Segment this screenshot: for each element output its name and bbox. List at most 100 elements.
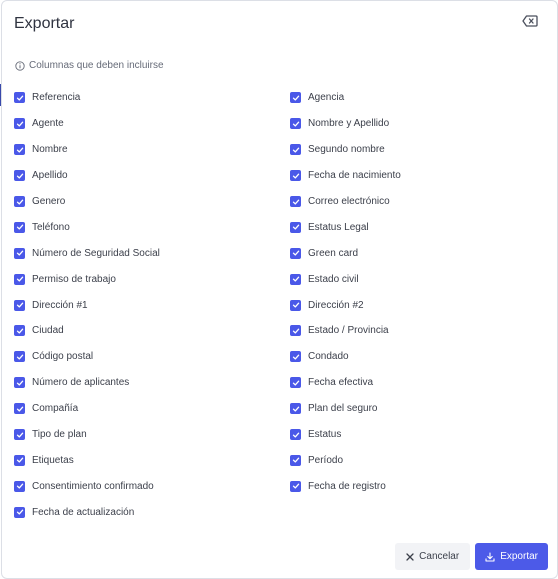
column-option[interactable]: Plan del seguro — [290, 396, 530, 422]
column-option-label: Green card — [308, 247, 359, 259]
column-option[interactable]: Teléfono — [14, 214, 274, 240]
column-option-label: Dirección #2 — [308, 299, 364, 311]
column-option[interactable]: Agente — [14, 111, 274, 137]
column-option-label: Nombre y Apellido — [308, 118, 390, 130]
column-option[interactable]: Ciudad — [14, 318, 274, 344]
column-option[interactable]: Fecha efectiva — [290, 370, 530, 396]
column-option[interactable]: Estado civil — [290, 266, 530, 292]
column-option[interactable]: Apellido — [14, 163, 274, 189]
column-option-label: Apellido — [32, 170, 68, 182]
checkbox-checked-icon[interactable] — [14, 480, 25, 492]
export-button[interactable]: Exportar — [475, 543, 548, 570]
checkbox-checked-icon[interactable] — [290, 247, 301, 259]
cancel-button[interactable]: Cancelar — [395, 543, 471, 570]
column-option-label: Número de Seguridad Social — [32, 247, 160, 259]
column-option[interactable]: Correo electrónico — [290, 189, 530, 215]
column-option-label: Ciudad — [32, 325, 64, 337]
column-option[interactable]: Estatus Legal — [290, 214, 530, 240]
columns-left-list: Referencia Agente Nombre Apellido Genero Telé… — [14, 85, 274, 525]
columns-section-label: Columnas que deben incluirse — [15, 60, 164, 71]
column-option-label: Compañía — [32, 403, 79, 415]
checkbox-checked-icon[interactable] — [290, 118, 301, 130]
checkbox-checked-icon[interactable] — [290, 454, 301, 466]
column-option-label: Agente — [32, 118, 64, 130]
column-option[interactable]: Green card — [290, 240, 530, 266]
checkbox-checked-icon[interactable] — [14, 299, 25, 311]
checkbox-checked-icon[interactable] — [290, 144, 301, 156]
column-option[interactable]: Código postal — [14, 344, 274, 370]
columns-right-list: Agencia Nombre y Apellido Segundo nombre Fe… — [290, 85, 530, 499]
checkbox-checked-icon[interactable] — [290, 92, 301, 104]
checkbox-checked-icon[interactable] — [290, 325, 301, 337]
column-option[interactable]: Fecha de actualización — [14, 499, 274, 525]
checkbox-checked-icon[interactable] — [14, 118, 25, 130]
column-option[interactable]: Dirección #2 — [290, 292, 530, 318]
column-option-label: Condado — [308, 351, 349, 363]
column-option-label: Agencia — [308, 92, 345, 104]
column-option-label: Estatus — [308, 429, 342, 441]
column-option[interactable]: Tipo de plan — [14, 422, 274, 448]
export-dialog: Exportar Columnas que deben incluirse Re… — [1, 0, 558, 579]
checkbox-checked-icon[interactable] — [14, 247, 25, 259]
section-label-text: Columnas que deben incluirse — [29, 60, 164, 71]
checkbox-checked-icon[interactable] — [290, 221, 301, 233]
checkbox-checked-icon[interactable] — [14, 170, 25, 182]
column-option[interactable]: Condado — [290, 344, 530, 370]
checkbox-checked-icon[interactable] — [14, 221, 25, 233]
column-option[interactable]: Fecha de registro — [290, 473, 530, 499]
checkbox-checked-icon[interactable] — [14, 144, 25, 156]
checkbox-checked-icon[interactable] — [290, 403, 301, 415]
cancel-label: Cancelar — [419, 551, 460, 562]
column-option[interactable]: Genero — [14, 189, 274, 215]
column-option[interactable]: Fecha de nacimiento — [290, 163, 530, 189]
column-option[interactable]: Segundo nombre — [290, 137, 530, 163]
checkbox-checked-icon[interactable] — [14, 273, 25, 285]
column-option[interactable]: Nombre — [14, 137, 274, 163]
column-option[interactable]: Número de aplicantes — [14, 370, 274, 396]
column-option[interactable]: Referencia — [14, 85, 274, 111]
column-option[interactable]: Estado / Provincia — [290, 318, 530, 344]
checkbox-checked-icon[interactable] — [290, 196, 301, 207]
checkbox-checked-icon[interactable] — [290, 429, 301, 441]
column-option[interactable]: Estatus — [290, 422, 530, 448]
checkbox-checked-icon[interactable] — [14, 429, 25, 441]
checkbox-checked-icon[interactable] — [14, 325, 25, 337]
column-option-label: Tipo de plan — [32, 429, 87, 441]
column-option-label: Consentimiento confirmado — [32, 480, 154, 492]
column-option[interactable]: Etiquetas — [14, 447, 274, 473]
column-option-label: Genero — [32, 196, 66, 207]
checkbox-checked-icon[interactable] — [290, 480, 301, 492]
checkbox-checked-icon[interactable] — [14, 454, 25, 466]
column-option-label: Fecha efectiva — [308, 377, 374, 389]
close-tag-icon — [522, 14, 538, 32]
checkbox-checked-icon[interactable] — [14, 351, 25, 363]
column-option[interactable]: Consentimiento confirmado — [14, 473, 274, 499]
column-option[interactable]: Número de Seguridad Social — [14, 240, 274, 266]
column-option-label: Estado / Provincia — [308, 325, 389, 337]
checkbox-checked-icon[interactable] — [290, 351, 301, 363]
checkbox-checked-icon[interactable] — [14, 403, 25, 415]
export-label: Exportar — [500, 551, 538, 562]
column-option-label: Plan del seguro — [308, 403, 378, 415]
column-option[interactable]: Nombre y Apellido — [290, 111, 530, 137]
column-option[interactable]: Compañía — [14, 396, 274, 422]
close-button[interactable] — [521, 15, 539, 31]
checkbox-checked-icon[interactable] — [14, 92, 25, 104]
checkbox-checked-icon[interactable] — [290, 377, 301, 389]
checkbox-checked-icon[interactable] — [290, 299, 301, 311]
dialog-title: Exportar — [14, 15, 75, 32]
checkbox-checked-icon[interactable] — [290, 273, 301, 285]
column-option-label: Etiquetas — [32, 454, 74, 466]
column-option[interactable]: Permiso de trabajo — [14, 266, 274, 292]
checkbox-checked-icon[interactable] — [14, 506, 25, 518]
column-option[interactable]: Agencia — [290, 85, 530, 111]
checkbox-checked-icon[interactable] — [290, 170, 301, 182]
checkbox-checked-icon[interactable] — [14, 196, 25, 207]
column-option[interactable]: Dirección #1 — [14, 292, 274, 318]
column-option-label: Segundo nombre — [308, 144, 385, 156]
column-option-label: Nombre — [32, 144, 68, 156]
checkbox-checked-icon[interactable] — [14, 377, 25, 389]
column-option-label: Fecha de actualización — [32, 506, 135, 518]
column-option[interactable]: Período — [290, 447, 530, 473]
column-option-label: Dirección #1 — [32, 299, 88, 311]
